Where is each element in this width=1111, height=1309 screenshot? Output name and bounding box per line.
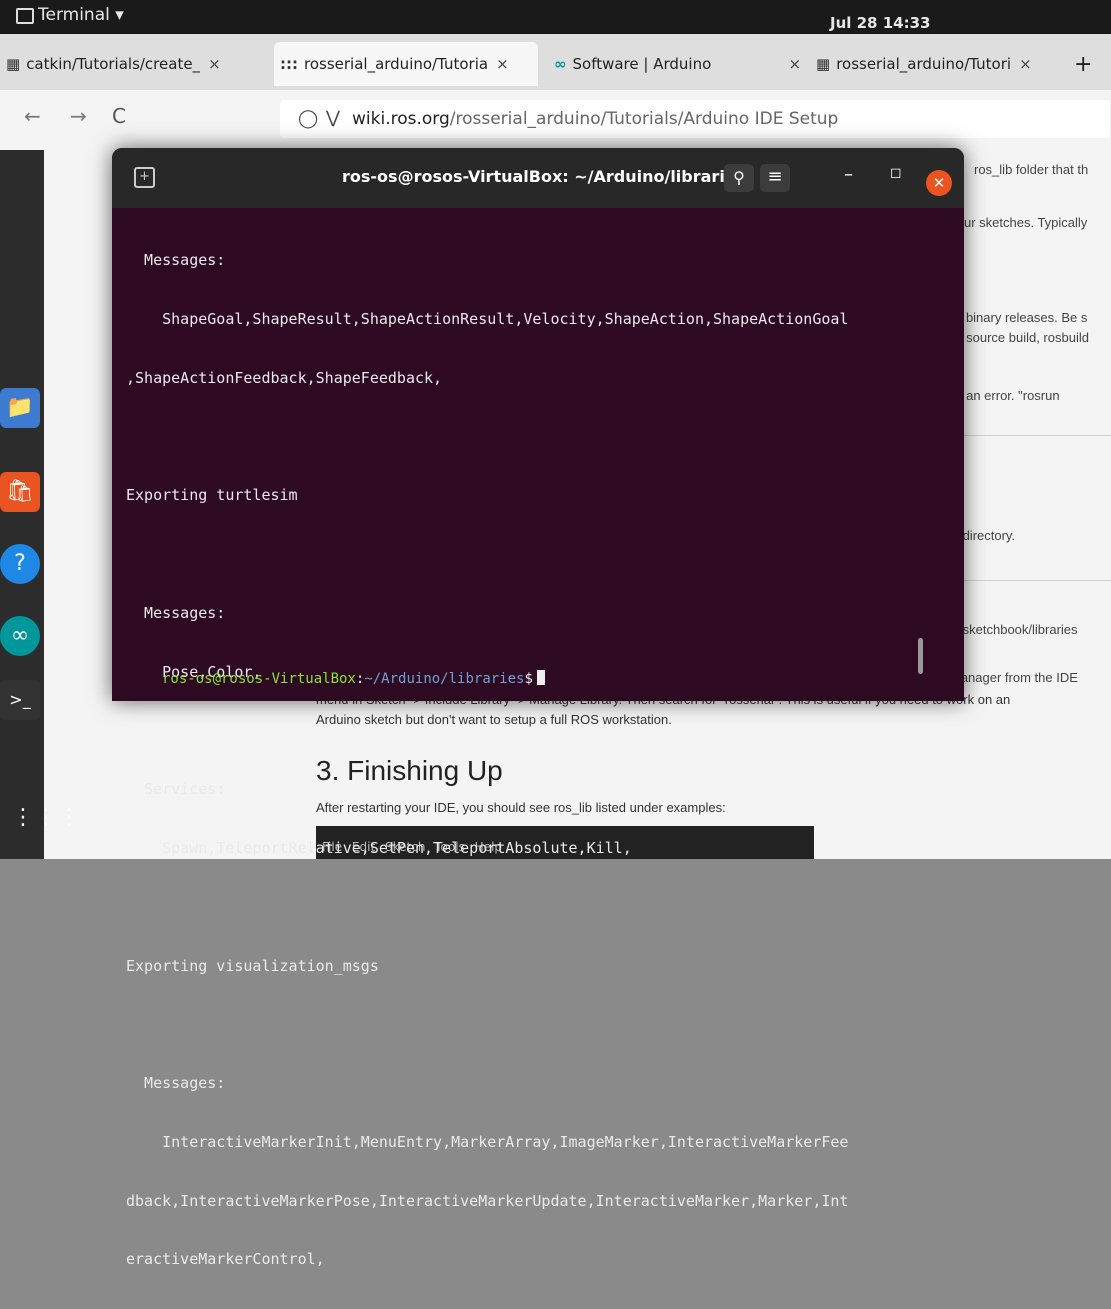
browser-tab-bar: ▦ catkin/Tutorials/create_ × ::: rosseri… (0, 34, 1111, 90)
terminal-window[interactable]: + ros-os@rosos-VirtualBox: ~/Arduino/lib… (112, 148, 964, 1268)
terminal-line: Exporting turtlesim (126, 486, 298, 505)
shield-icon: ◯ (298, 108, 319, 129)
page-text-fragment: ros_lib folder that th (974, 162, 1089, 177)
tab-label: rosserial_arduino/Tutori (836, 55, 1012, 73)
terminal-line: Messages: (126, 251, 226, 270)
page-text-fragment: r binary releases. Be s (958, 310, 1088, 325)
wiki-icon: ▦ (816, 55, 831, 73)
prompt-dollar: $ (524, 671, 533, 687)
wiki-icon: ::: (280, 55, 298, 73)
tab-close-icon[interactable]: × (496, 55, 509, 73)
lock-icon: ⋁ (326, 108, 340, 128)
dock: 📁 🛍 ? ∞ >_ ⋮⋮⋮ (0, 150, 80, 859)
close-icon[interactable]: ✕ (926, 170, 952, 196)
tab-rosserial-2[interactable]: ▦ rosserial_arduino/Tutori × (810, 42, 1068, 86)
tab-software-arduino[interactable]: ∞ Software | Arduino × (548, 42, 806, 86)
url-text[interactable]: wiki.ros.org/rosserial_arduino/Tutorials… (352, 109, 838, 129)
forward-button[interactable]: → (70, 104, 87, 128)
tab-close-icon[interactable]: × (789, 55, 802, 73)
terminal-line: ,ShapeActionFeedback,ShapeFeedback, (126, 368, 443, 387)
tab-label: catkin/Tutorials/create_ (26, 55, 201, 73)
show-apps-icon[interactable]: ⋮⋮⋮ (12, 805, 81, 830)
terminal-icon[interactable]: >_ (0, 680, 40, 720)
terminal-line: Messages: (126, 1074, 226, 1093)
files-icon[interactable]: 📁 (0, 388, 40, 428)
terminal-header[interactable]: + ros-os@rosos-VirtualBox: ~/Arduino/lib… (112, 148, 964, 208)
new-terminal-tab-icon[interactable]: + (134, 167, 155, 188)
terminal-prompt[interactable]: ros-os@rosos-VirtualBox:~/Arduino/librar… (162, 670, 545, 687)
terminal-title: ros-os@rosos-VirtualBox: ~/Arduino/libra… (342, 167, 746, 186)
arduino-tab-icon: ∞ (554, 55, 567, 73)
terminal-line: ShapeGoal,ShapeResult,ShapeActionResult,… (126, 309, 849, 328)
tab-catkin[interactable]: ▦ catkin/Tutorials/create_ × (0, 42, 262, 86)
terminal-line: InteractiveMarkerInit,MenuEntry,MarkerAr… (126, 1132, 849, 1151)
app-menu[interactable]: Terminal ▾ (38, 5, 124, 25)
tab-label: rosserial_arduino/Tutoria (304, 55, 489, 73)
prompt-user-host: ros-os@rosos-VirtualBox (162, 671, 356, 687)
help-icon[interactable]: ? (0, 544, 40, 584)
navigation-bar: ← → C ◯ ⋁ wiki.ros.org/rosserial_arduino… (0, 90, 1111, 150)
arduino-icon[interactable]: ∞ (0, 616, 40, 656)
terminal-line: dback,InteractiveMarkerPose,InteractiveM… (126, 1191, 849, 1210)
terminal-line: Exporting visualization_msgs (126, 956, 379, 975)
tab-rosserial-active[interactable]: ::: rosserial_arduino/Tutoria × (274, 42, 538, 86)
search-icon[interactable]: ⚲ (724, 164, 754, 192)
url-bar[interactable]: ◯ ⋁ wiki.ros.org/rosserial_arduino/Tutor… (280, 100, 1110, 138)
clock[interactable]: Jul 28 14:33 (830, 14, 930, 32)
maximize-icon[interactable]: ◻ (890, 165, 902, 181)
software-store-icon[interactable]: 🛍 (0, 472, 40, 512)
page-text-fragment: s an error. "rosrun (956, 388, 1060, 403)
terminal-app-icon (16, 8, 34, 24)
terminal-line: Services: (126, 780, 226, 799)
top-bar: Terminal ▾ Jul 28 14:33 (0, 0, 1111, 34)
page-text-fragment: y source build, rosbuild (956, 330, 1089, 345)
terminal-scrollbar[interactable] (918, 638, 923, 674)
hamburger-menu-icon[interactable]: ≡ (760, 164, 790, 192)
back-button[interactable]: ← (24, 104, 41, 128)
tab-close-icon[interactable]: × (1019, 55, 1032, 73)
wiki-icon: ▦ (6, 55, 21, 73)
tab-label: Software | Arduino (572, 55, 712, 73)
reload-button[interactable]: C (112, 104, 126, 128)
terminal-output[interactable]: Messages: ShapeGoal,ShapeResult,ShapeAct… (126, 212, 941, 1268)
text-cursor (536, 670, 545, 685)
terminal-line: Messages: (126, 603, 226, 622)
terminal-line: eractiveMarkerControl, (126, 1250, 325, 1269)
minimize-icon[interactable]: – (844, 164, 853, 185)
page-text-fragment: ur sketches. Typically (964, 215, 1088, 230)
prompt-path: ~/Arduino/libraries (364, 671, 525, 687)
tab-close-icon[interactable]: × (208, 55, 221, 73)
terminal-line: Spawn,TeleportRelative,SetPen,TeleportAb… (126, 839, 632, 857)
new-tab-button[interactable]: + (1074, 52, 1092, 77)
